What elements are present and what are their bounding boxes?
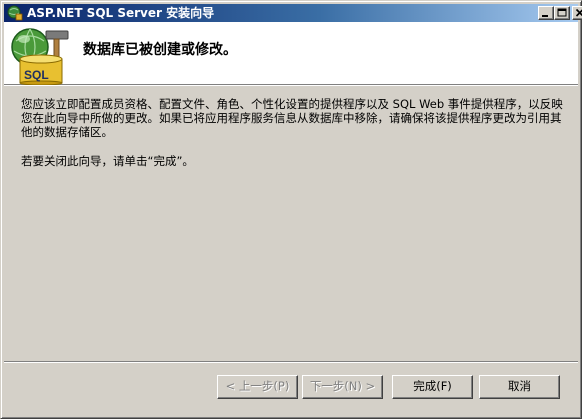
close-icon [575, 8, 582, 17]
wizard-window: ASP.NET SQL Server 安装向导 SQL 数据库已被创建或修改。 … [0, 0, 582, 419]
title-bar[interactable]: ASP.NET SQL Server 安装向导 [4, 4, 582, 22]
back-button[interactable]: < 上一步(P) [217, 375, 298, 399]
database-tools-icon: SQL [11, 28, 69, 85]
cancel-button[interactable]: 取消 [479, 375, 560, 399]
close-hint-text: 若要关闭此向导，请单击“完成”。 [21, 154, 194, 168]
header-divider [4, 85, 578, 86]
app-icon [7, 5, 23, 21]
wizard-header: SQL 数据库已被创建或修改。 [4, 22, 578, 85]
minimize-button[interactable] [538, 6, 554, 20]
page-title: 数据库已被创建或修改。 [83, 42, 237, 58]
finish-button[interactable]: 完成(F) [392, 375, 473, 399]
maximize-icon [557, 8, 567, 17]
footer-divider-highlight [4, 362, 578, 363]
minimize-icon [542, 15, 548, 17]
instructions-text: 您应该立即配置成员资格、配置文件、角色、个性化设置的提供程序以及 SQL Web… [21, 97, 569, 139]
next-button[interactable]: 下一步(N) > [302, 375, 383, 399]
close-button[interactable] [572, 6, 582, 20]
maximize-button[interactable] [554, 6, 570, 20]
window-title: ASP.NET SQL Server 安装向导 [27, 6, 215, 20]
sql-label: SQL [24, 68, 49, 82]
instructions-paragraph: 您应该立即配置成员资格、配置文件、角色、个性化设置的提供程序以及 SQL Web… [21, 97, 563, 139]
